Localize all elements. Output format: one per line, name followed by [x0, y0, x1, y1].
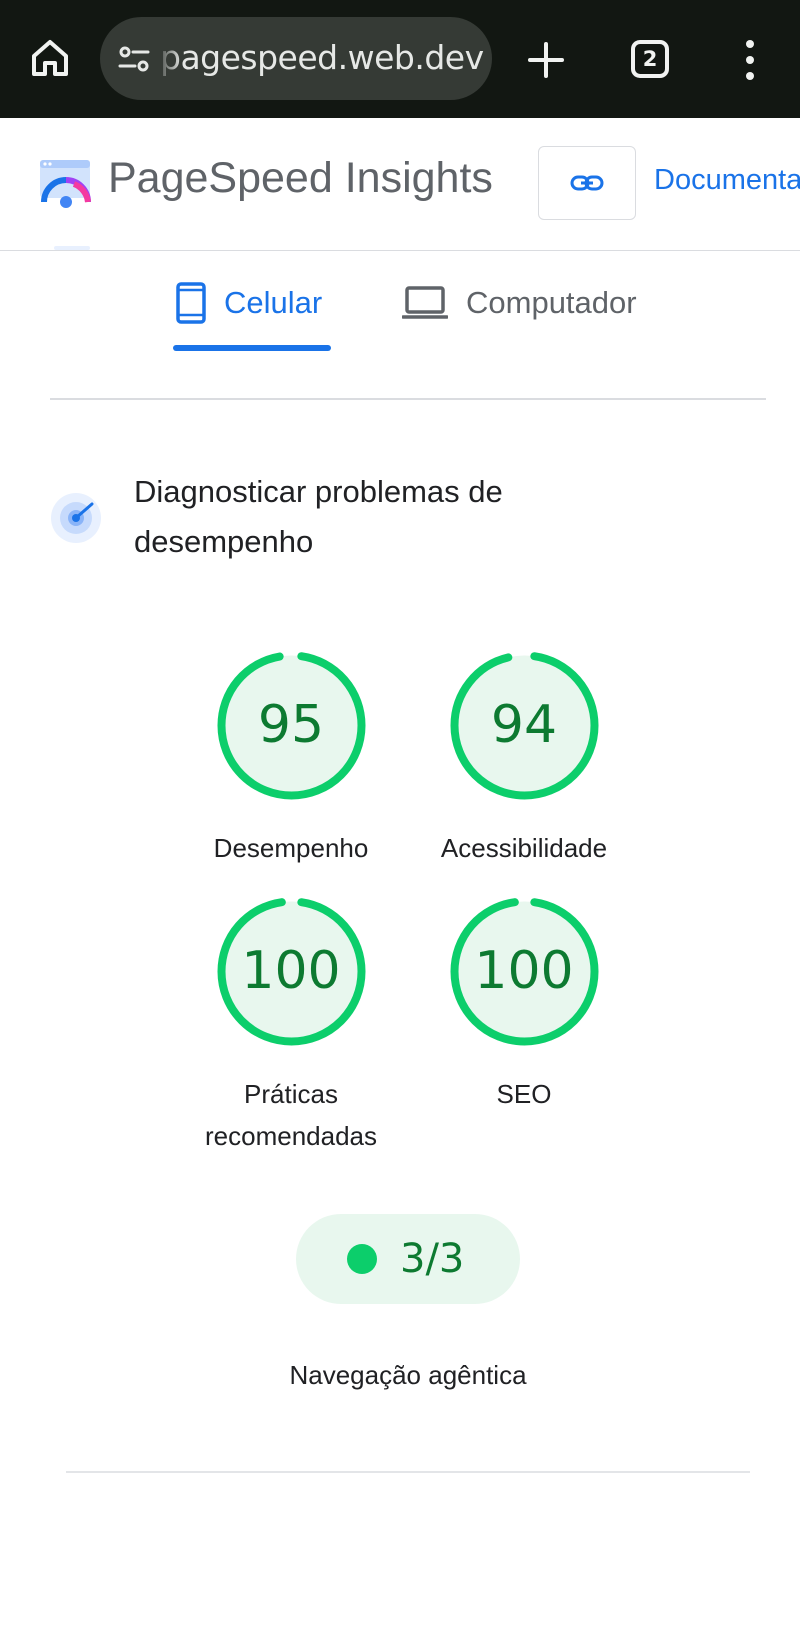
- score-label: Desempenho: [213, 833, 369, 863]
- score-label: Acessibilidade: [440, 833, 608, 863]
- score-gauge-accessibility[interactable]: 94 Acessibilidade: [429, 648, 619, 869]
- score-value: 94: [490, 695, 558, 755]
- score-value: 100: [241, 941, 341, 1001]
- active-tab-indicator: [173, 345, 331, 351]
- agentic-score: 3/3: [400, 1236, 465, 1282]
- tab-switcher-button[interactable]: 2: [631, 40, 669, 78]
- score-gauge-best-practices[interactable]: 100 Práticas recomendadas: [196, 894, 386, 1157]
- score-value: 100: [474, 941, 574, 1001]
- copy-link-button[interactable]: [538, 146, 636, 220]
- site-header: PageSpeed Insights Documentação: [0, 118, 800, 251]
- documentation-link[interactable]: Documentação: [654, 164, 800, 197]
- score-label: SEO: [496, 1079, 552, 1109]
- tab-desktop-label: Computador: [466, 285, 637, 320]
- tabs-divider: [50, 398, 766, 400]
- address-bar-url: pagespeed.web.dev: [160, 38, 484, 77]
- site-settings-icon[interactable]: [116, 41, 152, 77]
- score-gauge-seo[interactable]: 100 SEO: [429, 894, 619, 1115]
- more-options-icon[interactable]: [738, 38, 762, 82]
- score-label: Práticas recomendadas: [205, 1079, 377, 1151]
- diagnose-heading: Diagnosticar problemas de desempenho: [134, 474, 503, 559]
- smartphone-icon: [176, 282, 206, 324]
- scrolled-content-peek: [54, 246, 90, 250]
- address-bar[interactable]: pagespeed.web.dev: [100, 17, 492, 100]
- laptop-icon: [402, 286, 448, 319]
- section-divider: [66, 1471, 750, 1473]
- pagespeed-logo-icon: [40, 160, 91, 208]
- score-value: 95: [257, 695, 325, 755]
- score-gauge-performance[interactable]: 95 Desempenho: [196, 648, 386, 869]
- status-dot: [347, 1244, 377, 1274]
- new-tab-icon[interactable]: [526, 40, 566, 80]
- tab-desktop[interactable]: Computador: [402, 278, 637, 328]
- device-tabs: Celular Computador: [0, 254, 800, 354]
- home-icon[interactable]: [28, 36, 72, 80]
- diagnose-target-icon: [51, 493, 101, 543]
- site-title: PageSpeed Insights: [108, 154, 493, 202]
- agentic-navigation-label: Navegação agêntica: [289, 1360, 527, 1390]
- browser-toolbar: pagespeed.web.dev 2: [0, 0, 800, 118]
- agentic-navigation-badge[interactable]: 3/3: [296, 1214, 520, 1304]
- link-icon: [570, 175, 604, 191]
- tab-mobile[interactable]: Celular: [176, 278, 322, 328]
- tab-mobile-label: Celular: [224, 285, 323, 320]
- url-fade: [156, 17, 182, 100]
